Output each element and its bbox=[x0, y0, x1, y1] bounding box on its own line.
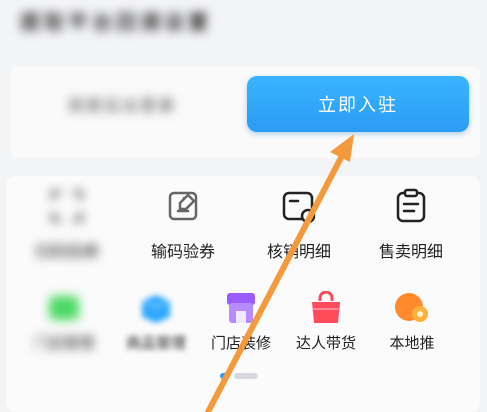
page-indicator-inactive bbox=[234, 373, 258, 379]
merchant-login-button[interactable]: 商家后台登录 bbox=[22, 78, 222, 130]
tool-scan-voucher[interactable]: 扫码验券 bbox=[12, 180, 122, 270]
green-card-icon bbox=[45, 290, 83, 326]
tool-enter-code[interactable]: 输码验券 bbox=[128, 180, 238, 270]
page-indicator-active bbox=[220, 373, 230, 379]
app-store-manage[interactable]: 门店管理 bbox=[18, 290, 110, 362]
edit-code-icon bbox=[163, 186, 203, 226]
tool-label: 输码验券 bbox=[150, 242, 215, 261]
scan-icon bbox=[47, 186, 87, 226]
page-indicator bbox=[220, 373, 258, 379]
app-label: 达人带货 bbox=[295, 334, 356, 352]
tool-label: 核销明细 bbox=[266, 242, 331, 261]
app-label: 门店管理 bbox=[33, 334, 94, 352]
red-bag-icon bbox=[307, 290, 345, 326]
app-label: 商品管理 bbox=[125, 334, 186, 352]
tool-verify-detail[interactable]: 核销明细 bbox=[244, 180, 354, 270]
purple-store-icon bbox=[222, 290, 260, 326]
tool-label: 扫码验券 bbox=[34, 242, 99, 261]
tool-sales-detail[interactable]: 售卖明细 bbox=[356, 180, 466, 270]
join-now-button[interactable]: 立即入驻 bbox=[247, 76, 469, 132]
app-product-manage[interactable]: 商品管理 bbox=[110, 290, 202, 362]
app-store-decor[interactable]: 门店装修 bbox=[195, 290, 287, 362]
tool-label: 售卖明细 bbox=[378, 242, 443, 261]
orange-promo-icon bbox=[393, 290, 431, 326]
page-title: 提取平台回调设置 bbox=[20, 10, 212, 34]
app-label: 本地推 bbox=[389, 334, 435, 352]
app-influencer-sales[interactable]: 达人带货 bbox=[280, 290, 372, 362]
blue-box-icon bbox=[137, 290, 175, 326]
app-local-promo[interactable]: 本地推 bbox=[366, 290, 458, 362]
sales-detail-icon bbox=[391, 186, 431, 226]
app-label: 门店装修 bbox=[210, 334, 271, 352]
verify-detail-icon bbox=[279, 186, 319, 226]
